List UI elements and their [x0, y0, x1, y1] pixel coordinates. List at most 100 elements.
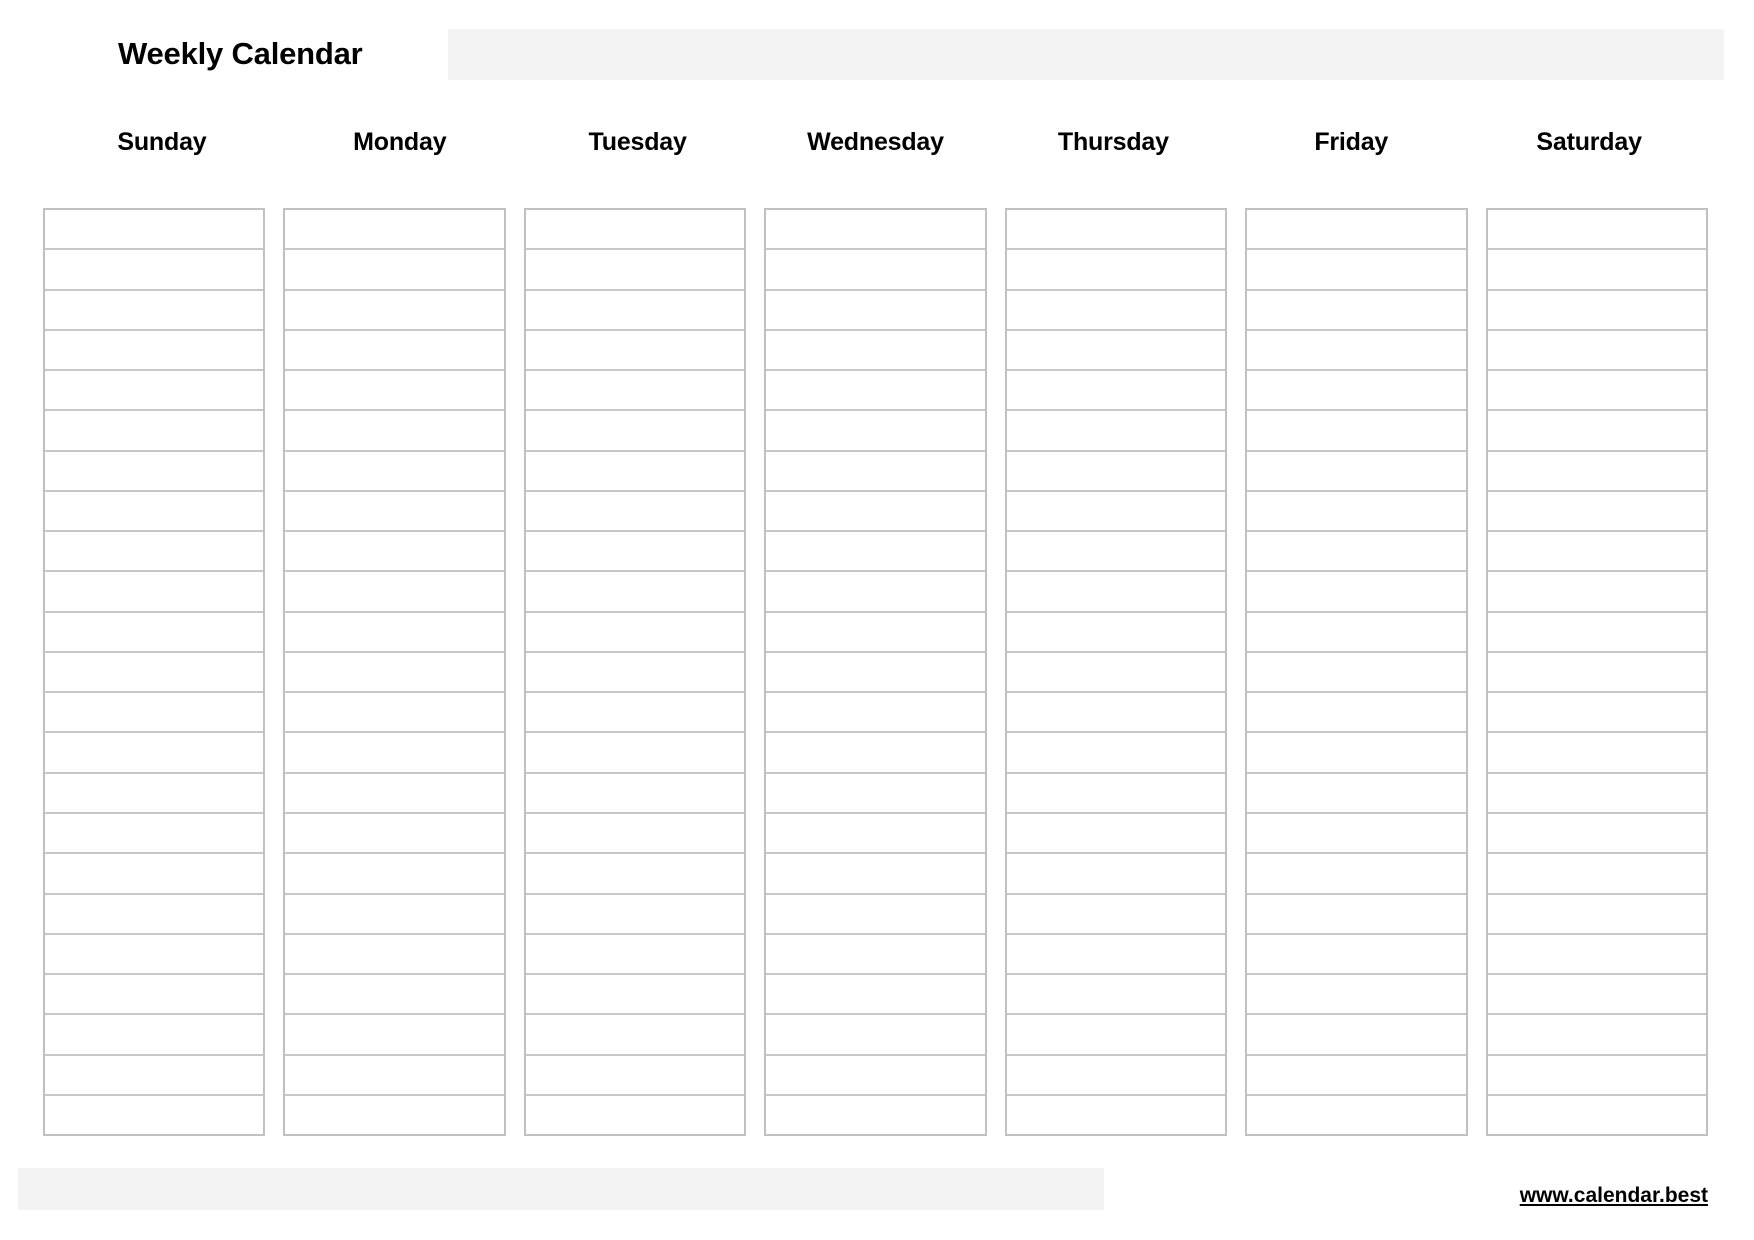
time-slot-cell[interactable]	[1247, 452, 1466, 492]
time-slot-cell[interactable]	[1006, 492, 1226, 533]
time-slot-cell[interactable]	[1487, 492, 1706, 533]
time-slot-cell[interactable]	[525, 895, 745, 935]
time-slot-cell[interactable]	[45, 532, 264, 573]
time-slot-cell[interactable]	[766, 975, 985, 1016]
time-slot-cell[interactable]	[45, 935, 264, 976]
time-slot-cell[interactable]	[1247, 572, 1466, 613]
time-slot-cell[interactable]	[1006, 250, 1226, 291]
time-slot-cell[interactable]	[525, 452, 745, 492]
time-slot-cell[interactable]	[285, 1015, 504, 1056]
time-slot-cell[interactable]	[1487, 854, 1706, 895]
time-slot-cell[interactable]	[766, 854, 985, 895]
time-slot-cell[interactable]	[1487, 210, 1706, 251]
time-slot-cell[interactable]	[45, 895, 264, 935]
time-slot-cell[interactable]	[45, 1015, 264, 1056]
time-slot-cell[interactable]	[766, 291, 985, 331]
time-slot-cell[interactable]	[45, 975, 264, 1016]
time-slot-cell[interactable]	[1247, 1056, 1466, 1096]
time-slot-cell[interactable]	[1006, 895, 1226, 935]
time-slot-cell[interactable]	[766, 210, 985, 251]
time-slot-cell[interactable]	[1006, 291, 1226, 331]
time-slot-cell[interactable]	[1247, 1096, 1465, 1134]
time-slot-cell[interactable]	[1487, 532, 1706, 573]
time-slot-cell[interactable]	[1487, 814, 1706, 855]
time-slot-cell[interactable]	[1006, 653, 1226, 694]
time-slot-cell[interactable]	[45, 653, 264, 694]
time-slot-cell[interactable]	[45, 210, 264, 251]
time-slot-cell[interactable]	[45, 733, 264, 774]
time-slot-cell[interactable]	[285, 733, 504, 774]
time-slot-cell[interactable]	[525, 532, 745, 573]
time-slot-cell[interactable]	[1006, 935, 1226, 976]
time-slot-cell[interactable]	[1487, 774, 1706, 814]
time-slot-cell[interactable]	[766, 572, 985, 613]
time-slot-cell[interactable]	[1487, 693, 1706, 734]
time-slot-cell[interactable]	[1247, 411, 1466, 452]
time-slot-cell[interactable]	[45, 572, 264, 613]
time-slot-cell[interactable]	[766, 452, 985, 492]
time-slot-cell[interactable]	[766, 1056, 985, 1096]
time-slot-cell[interactable]	[285, 1056, 504, 1096]
time-slot-cell[interactable]	[1006, 774, 1226, 814]
time-slot-cell[interactable]	[1006, 814, 1226, 855]
time-slot-cell[interactable]	[285, 895, 504, 935]
time-slot-cell[interactable]	[285, 452, 504, 492]
time-slot-cell[interactable]	[1247, 774, 1466, 814]
time-slot-cell[interactable]	[45, 854, 264, 895]
time-slot-cell[interactable]	[1006, 613, 1226, 653]
time-slot-cell[interactable]	[1006, 210, 1226, 251]
time-slot-cell[interactable]	[766, 935, 985, 976]
time-slot-cell[interactable]	[766, 411, 985, 452]
time-slot-cell[interactable]	[1487, 895, 1706, 935]
time-slot-cell[interactable]	[1006, 411, 1226, 452]
time-slot-cell[interactable]	[1487, 1015, 1706, 1056]
time-slot-cell[interactable]	[1487, 411, 1706, 452]
time-slot-cell[interactable]	[1006, 733, 1226, 774]
time-slot-cell[interactable]	[1247, 653, 1466, 694]
time-slot-cell[interactable]	[766, 1096, 984, 1134]
time-slot-cell[interactable]	[1247, 693, 1466, 734]
time-slot-cell[interactable]	[525, 572, 745, 613]
time-slot-cell[interactable]	[766, 613, 985, 653]
time-slot-cell[interactable]	[285, 653, 504, 694]
time-slot-cell[interactable]	[1247, 291, 1466, 331]
time-slot-cell[interactable]	[1247, 492, 1466, 533]
time-slot-cell[interactable]	[45, 250, 264, 291]
time-slot-cell[interactable]	[1006, 331, 1226, 372]
time-slot-cell[interactable]	[1006, 1056, 1226, 1096]
time-slot-cell[interactable]	[525, 411, 745, 452]
time-slot-cell[interactable]	[1487, 733, 1706, 774]
time-slot-cell[interactable]	[1247, 975, 1466, 1016]
time-slot-cell[interactable]	[1247, 854, 1466, 895]
time-slot-cell[interactable]	[1006, 854, 1226, 895]
time-slot-cell[interactable]	[525, 1056, 745, 1096]
time-slot-cell[interactable]	[766, 653, 985, 694]
time-slot-cell[interactable]	[285, 693, 504, 734]
time-slot-cell[interactable]	[1487, 291, 1706, 331]
time-slot-cell[interactable]	[1487, 452, 1706, 492]
time-slot-cell[interactable]	[1487, 572, 1706, 613]
header-note-bar[interactable]	[448, 29, 1724, 80]
time-slot-cell[interactable]	[526, 1096, 744, 1134]
time-slot-cell[interactable]	[285, 975, 504, 1016]
time-slot-cell[interactable]	[285, 291, 504, 331]
time-slot-cell[interactable]	[525, 975, 745, 1016]
time-slot-cell[interactable]	[1487, 975, 1706, 1016]
time-slot-cell[interactable]	[1006, 975, 1226, 1016]
time-slot-cell[interactable]	[1488, 1096, 1706, 1134]
time-slot-cell[interactable]	[45, 693, 264, 734]
time-slot-cell[interactable]	[45, 774, 264, 814]
time-slot-cell[interactable]	[1487, 371, 1706, 412]
footer-note-bar[interactable]	[18, 1168, 1104, 1210]
time-slot-cell[interactable]	[1006, 572, 1226, 613]
time-slot-cell[interactable]	[285, 492, 504, 533]
time-slot-cell[interactable]	[285, 250, 504, 291]
time-slot-cell[interactable]	[285, 210, 504, 251]
time-slot-cell[interactable]	[525, 935, 745, 976]
time-slot-cell[interactable]	[766, 895, 985, 935]
time-slot-cell[interactable]	[766, 814, 985, 855]
time-slot-cell[interactable]	[1247, 532, 1466, 573]
time-slot-cell[interactable]	[45, 411, 264, 452]
time-slot-cell[interactable]	[285, 411, 504, 452]
time-slot-cell[interactable]	[45, 814, 264, 855]
